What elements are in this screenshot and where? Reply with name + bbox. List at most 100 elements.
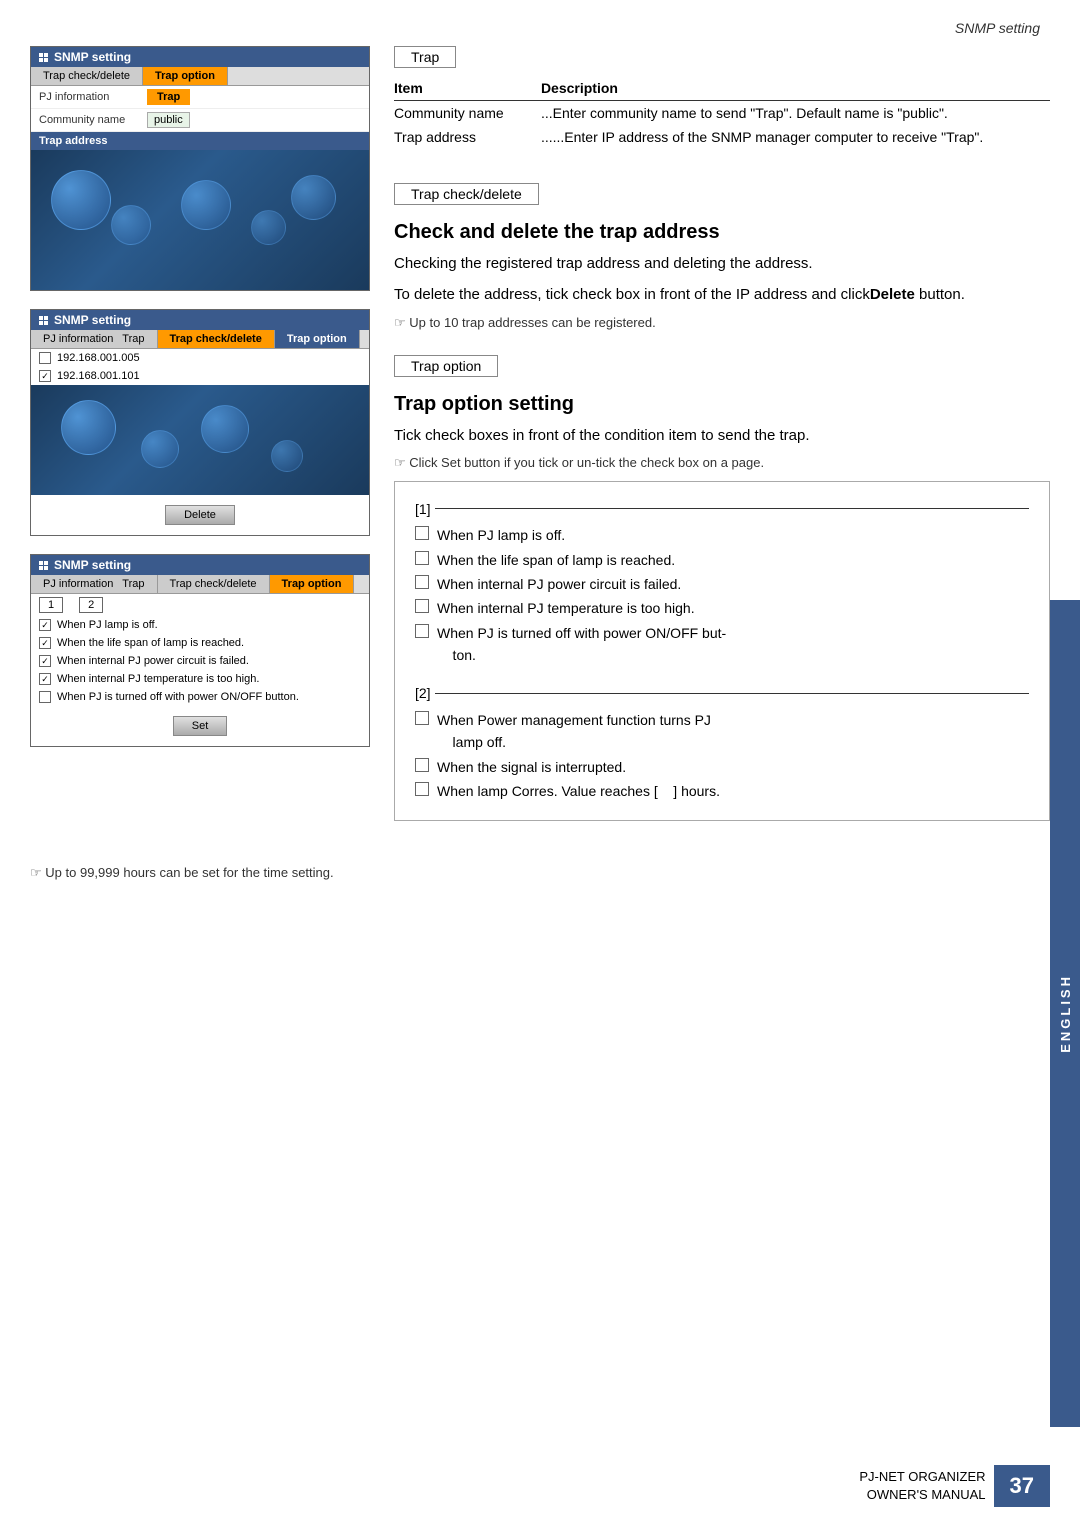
option-item-3: When internal PJ power circuit is failed… bbox=[415, 573, 1029, 595]
col-description: Description bbox=[541, 78, 1050, 101]
option-chk-5[interactable] bbox=[415, 624, 429, 638]
tab-trap-check-delete-1[interactable]: Trap check/delete bbox=[31, 67, 143, 85]
section-check-label: Trap check/delete bbox=[394, 183, 539, 205]
group2-label: [2] bbox=[415, 682, 431, 704]
cb5-label: When PJ is turned off with power ON/OFF … bbox=[57, 691, 299, 703]
group1-header: [1] bbox=[415, 498, 1029, 520]
trapaddr-item: Trap address bbox=[394, 125, 541, 149]
delete-button[interactable]: Delete bbox=[165, 505, 235, 525]
cb4-row: When internal PJ temperature is too high… bbox=[31, 670, 369, 688]
page-footer: PJ-NET ORGANIZER OWNER'S MANUAL 37 bbox=[859, 1465, 1050, 1507]
trap-address-label: Trap address bbox=[39, 135, 107, 147]
section-option-label: Trap option bbox=[394, 355, 498, 377]
option-label-7: When the signal is interrupted. bbox=[437, 756, 626, 778]
option-item-7: When the signal is interrupted. bbox=[415, 756, 1029, 778]
snmp-panel-1-title: SNMP setting bbox=[54, 50, 131, 64]
trap-address-row: Trap address bbox=[31, 132, 369, 150]
snmp-panel-1-tabs: Trap check/delete Trap option bbox=[31, 67, 369, 86]
snmp-panel-1: SNMP setting Trap check/delete Trap opti… bbox=[30, 46, 370, 291]
option-label-4: When internal PJ temperature is too high… bbox=[437, 597, 695, 619]
tab-trap-option-2[interactable]: Trap option bbox=[275, 330, 360, 348]
snmp-panel-1-header: SNMP setting bbox=[31, 47, 369, 67]
option-label-5: When PJ is turned off with power ON/OFF … bbox=[437, 622, 726, 667]
option-label-3: When internal PJ power circuit is failed… bbox=[437, 573, 681, 595]
community-label: Community name bbox=[39, 114, 139, 126]
section-check-body1: Checking the registered trap address and… bbox=[394, 252, 1050, 275]
cb4-check[interactable] bbox=[39, 673, 51, 685]
cb1-check[interactable] bbox=[39, 619, 51, 631]
table-row-community: Community name ...Enter community name t… bbox=[394, 101, 1050, 126]
snmp-row-pj-info: PJ information Trap bbox=[31, 86, 369, 109]
snmp-visual-2 bbox=[31, 385, 369, 495]
num-2: 2 bbox=[79, 597, 103, 613]
cb5-row: When PJ is turned off with power ON/OFF … bbox=[31, 688, 369, 706]
tab-trap-option-3[interactable]: Trap option bbox=[270, 575, 355, 593]
option-label-2: When the life span of lamp is reached. bbox=[437, 549, 675, 571]
cb3-check[interactable] bbox=[39, 655, 51, 667]
ip1-checkbox[interactable] bbox=[39, 352, 51, 364]
num-row: 1 2 bbox=[31, 594, 369, 616]
option-label-8: When lamp Corres. Value reaches [ ] hour… bbox=[437, 780, 720, 802]
option-item-4: When internal PJ temperature is too high… bbox=[415, 597, 1029, 619]
lang-tab-wrapper: ENGLISH bbox=[1050, 600, 1080, 1427]
page: SNMP setting SNMP setting Trap check/del… bbox=[0, 0, 1080, 1527]
grid-icon-3 bbox=[39, 561, 48, 570]
option-chk-7[interactable] bbox=[415, 758, 429, 772]
group2-header: [2] bbox=[415, 682, 1029, 704]
snmp-visual-1 bbox=[31, 150, 369, 290]
section-trap-label: Trap bbox=[394, 46, 456, 68]
tab-pj-info-2-label: PJ information bbox=[43, 333, 113, 345]
group1: [1] When PJ lamp is off. When the life s… bbox=[415, 498, 1029, 667]
cb3-label: When internal PJ power circuit is failed… bbox=[57, 655, 249, 667]
option-chk-8[interactable] bbox=[415, 782, 429, 796]
col-item: Item bbox=[394, 78, 541, 101]
option-item-5: When PJ is turned off with power ON/OFF … bbox=[415, 622, 1029, 667]
page-header-text: SNMP setting bbox=[955, 20, 1040, 36]
group1-label: [1] bbox=[415, 498, 431, 520]
option-item-1: When PJ lamp is off. bbox=[415, 524, 1029, 546]
cb4-label: When internal PJ temperature is too high… bbox=[57, 673, 259, 685]
grid-icon-2 bbox=[39, 316, 48, 325]
cb2-check[interactable] bbox=[39, 637, 51, 649]
option-label-1: When PJ lamp is off. bbox=[437, 524, 565, 546]
cb2-row: When the life span of lamp is reached. bbox=[31, 634, 369, 652]
section-trap-option: Trap option Trap option setting Tick che… bbox=[394, 355, 1050, 822]
section-option-body1: Tick check boxes in front of the conditi… bbox=[394, 424, 1050, 447]
tab-pj-info-3[interactable]: PJ information Trap bbox=[31, 575, 158, 593]
tab-trap-option-1[interactable]: Trap option bbox=[143, 67, 228, 85]
ip2-value: 192.168.001.101 bbox=[57, 370, 140, 382]
num-1: 1 bbox=[39, 597, 63, 613]
table-row-trapaddr: Trap address ......Enter IP address of t… bbox=[394, 125, 1050, 149]
pj-info-label: PJ information bbox=[39, 91, 139, 103]
community-desc: ...Enter community name to send "Trap". … bbox=[541, 101, 1050, 126]
option-chk-1[interactable] bbox=[415, 526, 429, 540]
snmp-panel-3-title: SNMP setting bbox=[54, 558, 131, 572]
section-option-title: Trap option setting bbox=[394, 393, 1050, 416]
ip2-checkbox[interactable] bbox=[39, 370, 51, 382]
check-delete-note: Up to 10 trap addresses can be registere… bbox=[394, 315, 1050, 331]
option-item-2: When the life span of lamp is reached. bbox=[415, 549, 1029, 571]
group2: [2] When Power management function turns… bbox=[415, 682, 1029, 802]
trap-info-table: Item Description Community name ...Enter… bbox=[394, 78, 1050, 149]
section-check-title: Check and delete the trap address bbox=[394, 221, 1050, 244]
tab-trap-check-2[interactable]: Trap check/delete bbox=[158, 330, 275, 348]
tab-pj-info-2[interactable]: PJ information Trap bbox=[31, 330, 158, 348]
cb1-label: When PJ lamp is off. bbox=[57, 619, 158, 631]
snmp-panel-2-tabs: PJ information Trap Trap check/delete Tr… bbox=[31, 330, 369, 349]
option-chk-2[interactable] bbox=[415, 551, 429, 565]
option-chk-3[interactable] bbox=[415, 575, 429, 589]
option-chk-6[interactable] bbox=[415, 711, 429, 725]
community-value: public bbox=[147, 112, 190, 128]
body2-bold: Delete bbox=[870, 286, 915, 303]
section-trap: Trap Item Description Community name ...… bbox=[394, 46, 1050, 159]
ip1-value: 192.168.001.005 bbox=[57, 352, 140, 364]
section-option-note: Click Set button if you tick or un-tick … bbox=[394, 455, 1050, 471]
main-layout: SNMP setting Trap check/delete Trap opti… bbox=[30, 46, 1050, 845]
tab-trap-check-3[interactable]: Trap check/delete bbox=[158, 575, 270, 593]
set-button[interactable]: Set bbox=[173, 716, 228, 736]
option-chk-4[interactable] bbox=[415, 599, 429, 613]
bottom-note: Up to 99,999 hours can be set for the ti… bbox=[30, 865, 1050, 881]
cb5-check[interactable] bbox=[39, 691, 51, 703]
page-header: SNMP setting bbox=[30, 20, 1050, 36]
snmp-row-community: Community name public bbox=[31, 109, 369, 132]
